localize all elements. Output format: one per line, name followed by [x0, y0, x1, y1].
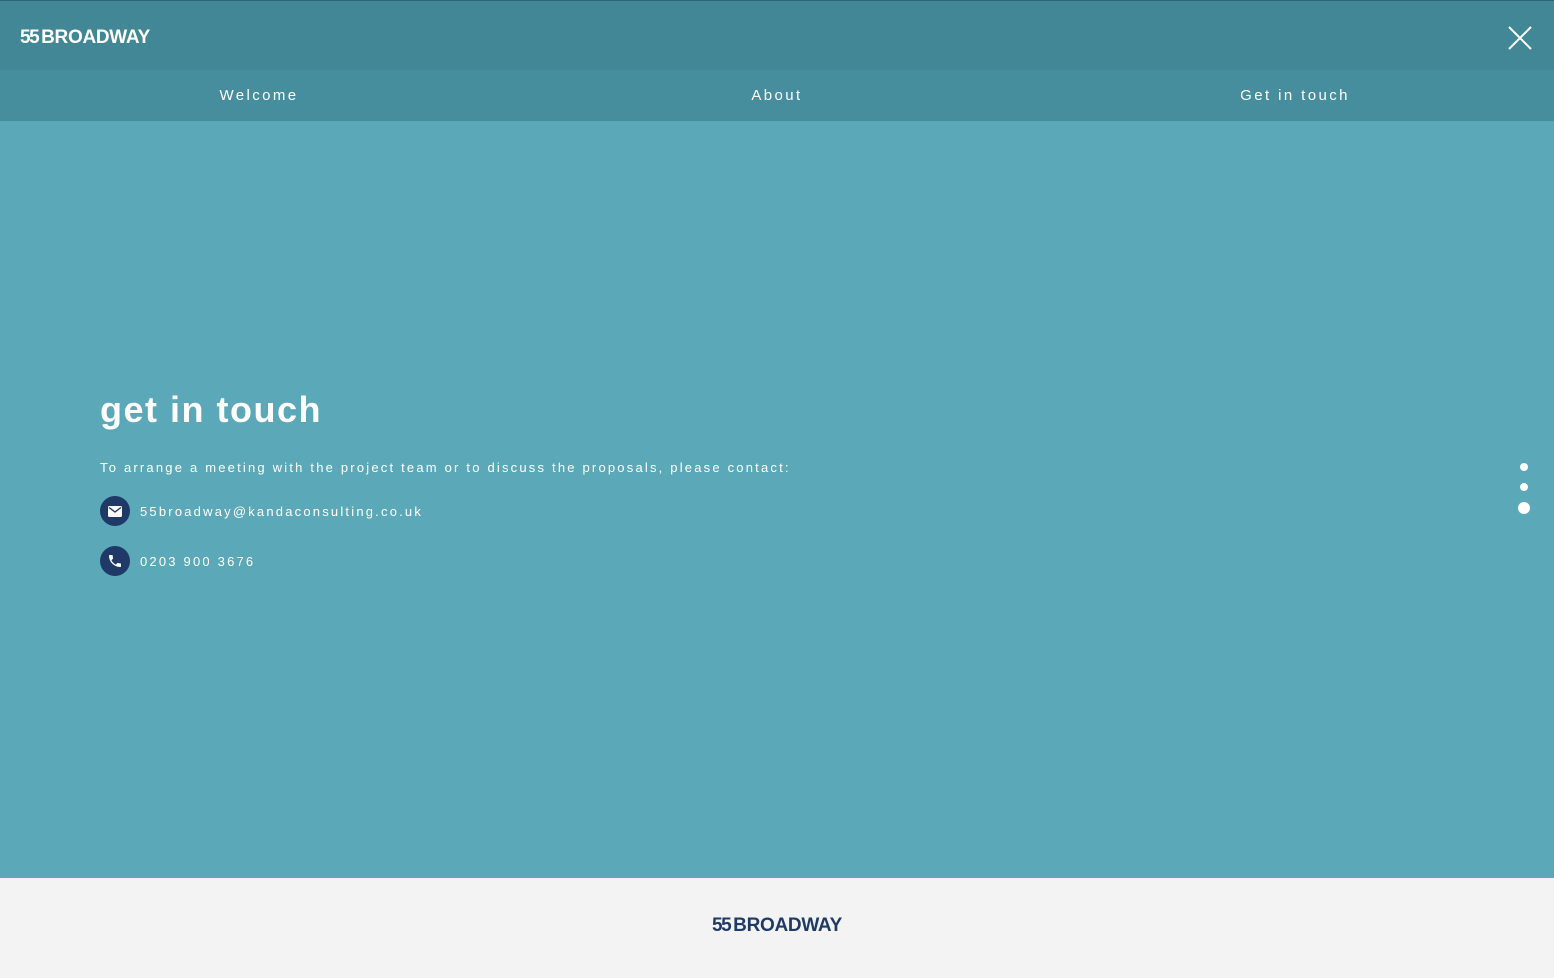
logo-word: BROADWAY	[41, 27, 150, 48]
nav-item-get-in-touch[interactable]: Get in touch	[1036, 70, 1554, 121]
logo-number: 55	[20, 27, 40, 48]
close-icon	[1508, 26, 1532, 50]
footer-logo-word: BROADWAY	[733, 915, 842, 936]
email-icon-badge	[100, 496, 130, 526]
contact-section: get in touch To arrange a meeting with t…	[0, 121, 1554, 878]
envelope-icon	[108, 505, 122, 517]
section-dot-2[interactable]	[1520, 483, 1528, 491]
phone-link[interactable]: 0203 900 3676	[140, 554, 255, 569]
phone-row: 0203 900 3676	[100, 546, 255, 576]
close-button[interactable]	[1505, 23, 1535, 53]
main-nav: Welcome About Get in touch	[0, 70, 1554, 121]
footer-logo-number: 55	[712, 915, 732, 936]
email-row: 55broadway@kandaconsulting.co.uk	[100, 496, 423, 526]
site-logo[interactable]: 55 BROADWAY	[20, 27, 150, 49]
contact-intro: To arrange a meeting with the project te…	[100, 460, 791, 475]
section-dot-3-active[interactable]	[1518, 502, 1530, 514]
nav-item-about[interactable]: About	[518, 70, 1036, 121]
nav-item-welcome[interactable]: Welcome	[0, 70, 518, 121]
email-link[interactable]: 55broadway@kandaconsulting.co.uk	[140, 504, 423, 519]
section-dot-1[interactable]	[1520, 463, 1528, 471]
section-dots	[1518, 463, 1530, 517]
phone-icon-badge	[100, 546, 130, 576]
top-header: 55 BROADWAY	[0, 0, 1554, 70]
phone-icon	[109, 555, 121, 567]
footer: 55 BROADWAY	[0, 878, 1554, 978]
footer-logo[interactable]: 55 BROADWAY	[0, 915, 1554, 937]
section-heading: get in touch	[100, 389, 322, 430]
